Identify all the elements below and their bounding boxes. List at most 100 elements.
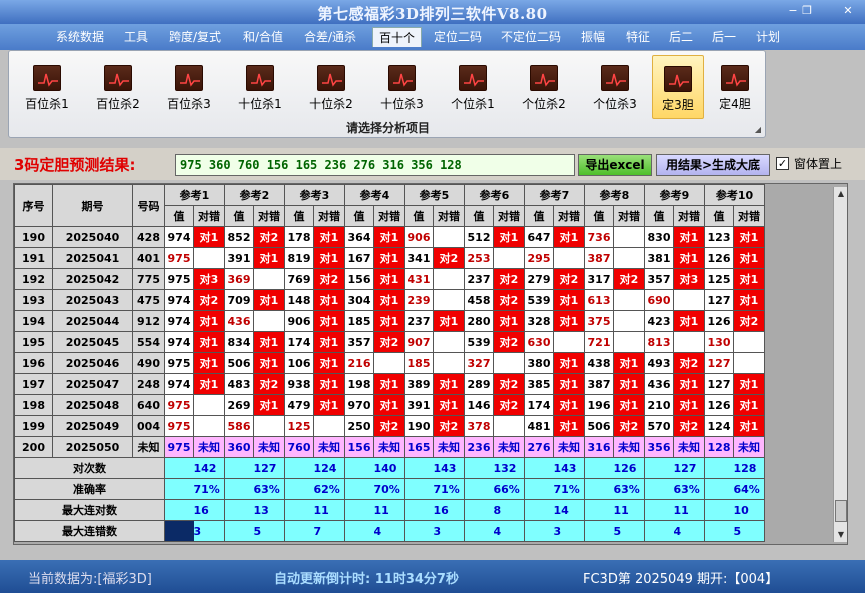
- cell-mark: [193, 394, 225, 416]
- cell-value: 210: [644, 394, 674, 416]
- minimize-button[interactable]: −: [786, 4, 800, 18]
- row-code: 775: [132, 268, 165, 290]
- cell-mark: 对2: [433, 247, 465, 269]
- table-row[interactable]: 198 2025048 640 975 269 对1 479 对1 970 对1 391 对1 146 对…: [14, 394, 765, 416]
- cell-mark: [493, 247, 525, 269]
- cell-mark: [613, 289, 645, 311]
- table-row[interactable]: 199 2025049 004 975 586 125 250 对2 190 对2 378 481 对1…: [14, 415, 765, 437]
- cell-mark: 对1: [313, 226, 345, 248]
- stats-pad: [344, 499, 374, 521]
- cell-value: 938: [284, 373, 314, 395]
- table-row[interactable]: 191 2025041 401 975 391 对1 819 对1 167 对1 341 对2 253 2…: [14, 247, 765, 269]
- btn-fix-4-bile[interactable]: 定4胆: [709, 65, 761, 115]
- result-output-field[interactable]: 975 360 760 156 165 236 276 316 356 128: [175, 154, 575, 176]
- vertical-scrollbar[interactable]: ▲ ▼: [833, 187, 847, 542]
- cell-value: 436: [644, 373, 674, 395]
- menu-amplitude[interactable]: 振幅: [576, 27, 610, 47]
- menu-span[interactable]: 跨度/复式: [163, 27, 227, 47]
- cell-mark: [493, 415, 525, 437]
- menu-hundreds-tens-units[interactable]: 百十个: [372, 27, 422, 47]
- btn-tens-kill-1[interactable]: 十位杀1: [232, 65, 288, 115]
- cell-mark: 对1: [253, 289, 285, 311]
- stats-value: 142: [193, 457, 225, 479]
- cell-mark: 对1: [733, 289, 765, 311]
- stats-value: 126: [613, 457, 645, 479]
- menu-sum-diff[interactable]: 合差/通杀: [300, 27, 360, 47]
- subheader-value: 值: [704, 205, 734, 227]
- stats-pad: [644, 520, 674, 542]
- cell-value: 148: [284, 289, 314, 311]
- maximize-button[interactable]: ❐: [800, 4, 814, 18]
- scroll-thumb[interactable]: [835, 500, 847, 522]
- btn-tens-kill-2[interactable]: 十位杀2: [303, 65, 359, 115]
- expand-corner-icon[interactable]: ◢: [755, 125, 761, 134]
- menu-system-data[interactable]: 系统数据: [50, 27, 110, 47]
- cell-value: 125: [284, 415, 314, 437]
- chart-icon: [459, 65, 487, 91]
- btn-units-kill-3[interactable]: 个位杀3: [587, 65, 643, 115]
- stats-pad: [704, 478, 734, 500]
- scroll-down-icon[interactable]: ▼: [834, 528, 848, 542]
- cell-mark: 对1: [733, 268, 765, 290]
- menu-last-two[interactable]: 后二: [664, 27, 698, 47]
- checkbox-icon[interactable]: ✓: [776, 157, 789, 170]
- cell-value: 974: [164, 289, 194, 311]
- pending-mark: 未知: [493, 436, 525, 458]
- menu-fixed-two[interactable]: 定位二码: [430, 27, 486, 47]
- menu-tools[interactable]: 工具: [118, 27, 154, 47]
- cell-value: 647: [524, 226, 554, 248]
- btn-fix-3-bile[interactable]: 定3胆: [652, 55, 704, 119]
- export-excel-button[interactable]: 导出excel: [578, 154, 652, 176]
- cell-value: 126: [704, 394, 734, 416]
- menu-unfixed-two[interactable]: 不定位二码: [496, 27, 566, 47]
- btn-units-kill-2[interactable]: 个位杀2: [516, 65, 572, 115]
- table-row[interactable]: 194 2025044 912 974 对1 436 906 对1 185 对1 237 对1 280 对…: [14, 310, 765, 332]
- row-code: 490: [132, 352, 165, 374]
- chart-icon: [104, 65, 132, 91]
- btn-hundreds-kill-3[interactable]: 百位杀3: [161, 65, 217, 115]
- subheader-value: 值: [164, 205, 194, 227]
- menu-last-one[interactable]: 后一: [707, 27, 741, 47]
- generate-base-button[interactable]: 用结果>生成大底: [656, 154, 770, 176]
- table-row[interactable]: 190 2025040 428 974 对1 852 对2 178 对1 364 对1 906 512 对…: [14, 226, 765, 248]
- stats-pad: [344, 520, 374, 542]
- btn-hundreds-kill-1[interactable]: 百位杀1: [19, 65, 75, 115]
- stats-pad: [284, 499, 314, 521]
- close-button[interactable]: ✕: [841, 4, 855, 18]
- stats-value: 70%: [373, 478, 405, 500]
- cell-mark: 对1: [433, 373, 465, 395]
- menu-plan[interactable]: 计划: [750, 27, 786, 47]
- stats-value: 11: [673, 499, 705, 521]
- table-row[interactable]: 193 2025043 475 974 对2 709 对1 148 对1 304 对1 239 458 对…: [14, 289, 765, 311]
- cell-value: 391: [404, 394, 434, 416]
- cell-value: 279: [524, 268, 554, 290]
- scroll-up-icon[interactable]: ▲: [834, 187, 848, 201]
- table-row[interactable]: 192 2025042 775 975 对3 369 769 对2 156 对1 431 237 对2 2…: [14, 268, 765, 290]
- btn-units-kill-1[interactable]: 个位杀1: [445, 65, 501, 115]
- table-row[interactable]: 196 2025046 490 975 对1 506 对1 106 对1 216 185 327 380…: [14, 352, 765, 374]
- stats-value: 143: [433, 457, 465, 479]
- stats-pad: [584, 520, 614, 542]
- cell-value: 975: [164, 394, 194, 416]
- cell-mark: 对1: [433, 394, 465, 416]
- pending-row[interactable]: 200 2025050 未知 975 未知 360 未知 760 未知 156 未知 165 未知 236…: [14, 436, 765, 458]
- table-row[interactable]: 197 2025047 248 974 对1 483 对2 938 对1 198 对1 389 对1 28…: [14, 373, 765, 395]
- cell-mark: 对1: [313, 373, 345, 395]
- stats-label: 最大连错数: [14, 520, 165, 542]
- btn-hundreds-kill-2[interactable]: 百位杀2: [90, 65, 146, 115]
- menu-sum[interactable]: 和/合值: [235, 27, 291, 47]
- stats-pad: [224, 499, 254, 521]
- row-code: 未知: [132, 436, 165, 458]
- cell-value: 269: [224, 394, 254, 416]
- cell-mark: 对1: [553, 310, 585, 332]
- btn-tens-kill-3[interactable]: 十位杀3: [374, 65, 430, 115]
- cell-value: 127: [704, 352, 734, 374]
- cell-value: 357: [344, 331, 374, 353]
- menu-features[interactable]: 特征: [620, 27, 656, 47]
- pending-value: 356: [644, 436, 674, 458]
- cell-mark: [253, 415, 285, 437]
- cell-value: 613: [584, 289, 614, 311]
- table-row[interactable]: 195 2025045 554 974 对1 834 对1 174 对1 357 对2 907 539 对…: [14, 331, 765, 353]
- header-ref-2: 参考2: [224, 184, 285, 206]
- cell-value: 438: [584, 352, 614, 374]
